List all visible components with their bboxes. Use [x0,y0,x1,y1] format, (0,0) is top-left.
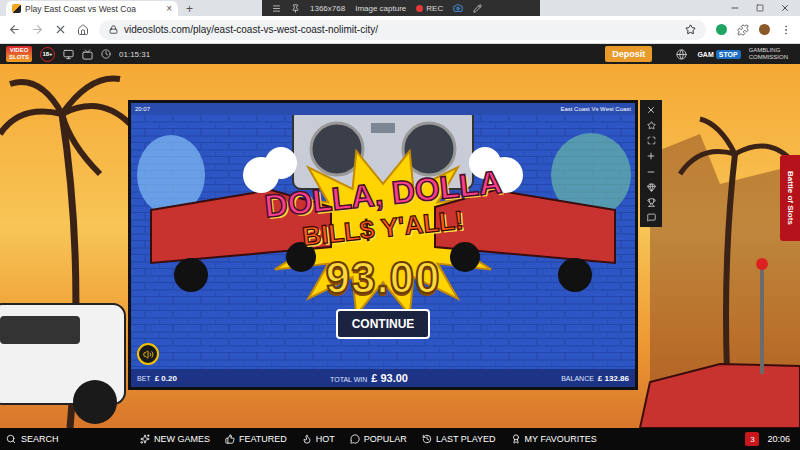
win-screen: DOLLA, DOLLABILL$ Y'ALL!93.00CONTINUE [131,115,635,369]
tab-strip: Play East Coast vs West Coa × +1366x768 Ima… [0,0,800,16]
avatar-icon[interactable] [759,24,770,35]
capture-size: 1366x768 [310,4,345,13]
game-frame: 20:07East Coast Vs West CoastDOLLA, DOLL… [128,100,638,390]
monitor-icon[interactable] [63,49,74,60]
balance-stat: BALANCE£ 132.86 [561,374,629,383]
game-title: East Coast Vs West Coast [560,106,631,112]
clock-icon [101,49,111,59]
extension-icon[interactable] [716,24,727,35]
fullscreen-icon[interactable] [647,136,656,145]
notification-badge[interactable]: 3 [745,432,759,446]
minimize-icon[interactable] [730,3,740,13]
category-item[interactable]: FEATURED [225,434,287,444]
zoom-in-icon[interactable] [646,151,656,161]
game-clock: 20:07 [135,106,150,112]
category-item[interactable]: HOT [302,434,335,444]
zoom-out-icon[interactable] [646,167,656,177]
age-badge: 18+ [40,47,55,62]
lock-icon [109,25,118,34]
url-text: videoslots.com/play/east-coast-vs-west-c… [124,24,679,35]
gem-icon[interactable] [647,183,656,192]
puzzle-icon[interactable] [737,24,749,36]
sound-button[interactable] [137,343,159,365]
category-item[interactable]: MY FAVOURITES [511,434,597,444]
forward-icon[interactable] [31,23,44,36]
bet-stat: BET£ 0.20 [137,374,177,383]
gamstop-logo[interactable]: GAMSTOP [695,50,740,59]
globe-icon[interactable] [676,49,687,60]
game-row: 20:07East Coast Vs West CoastDOLLA, DOLL… [128,100,662,390]
category-icon [225,434,235,444]
menu-dots-icon[interactable] [780,24,792,36]
continue-button[interactable]: CONTINUE [336,309,431,339]
pencil-icon[interactable] [473,4,482,13]
capture-toolbar: 1366x768 Image capture REC [262,0,540,16]
category-icon [511,434,521,444]
record-button[interactable]: REC [416,4,443,13]
category-item[interactable]: LAST PLAYED [422,434,496,444]
search-icon [6,434,16,444]
close-window-icon[interactable] [780,3,790,13]
browser-tab[interactable]: Play East Coast vs West Coa × [6,1,178,16]
bar-time: 20:06 [767,434,790,444]
category-icon [302,434,312,444]
address-bar[interactable]: videoslots.com/play/east-coast-vs-west-c… [99,20,706,40]
address-row: videoslots.com/play/east-coast-vs-west-c… [0,16,800,44]
game-top-strip: 20:07 East Coast Vs West Coast [131,103,635,115]
trophy-icon[interactable] [647,198,656,207]
favicon-icon [12,4,21,13]
game-toolbar [640,100,662,227]
favourite-star-icon[interactable] [647,121,656,130]
site-logo[interactable]: VIDEOSLOTS [6,46,32,62]
home-icon[interactable] [77,24,89,36]
total-win-stat: TOTAL WIN£ 93.00 [330,372,408,384]
gambling-commission-logo[interactable]: GAMBLINGCOMMISSION [749,47,788,61]
tv-icon[interactable] [82,49,93,60]
tab-title: Play East Coast vs West Coa [25,4,162,14]
category-icon [422,434,432,444]
menu-icon[interactable] [272,4,281,13]
bookmark-star-icon[interactable] [685,24,696,35]
capture-mode[interactable]: Image capture [355,4,406,13]
stop-icon[interactable] [54,23,67,36]
chat-icon[interactable] [647,213,656,222]
tab-close-button[interactable]: × [166,3,172,14]
bottom-bar: SEARCH NEW GAMES FEATURED HOT POPULAR LAST PL… [0,428,800,450]
window-controls [730,0,800,16]
category-item[interactable]: POPULAR [350,434,407,444]
page: Play East Coast vs West Coa × +1366x768 Ima… [0,0,800,450]
new-tab-button[interactable]: + [178,2,201,16]
close-game-icon[interactable] [646,105,656,115]
category-icon [140,434,150,444]
maximize-icon[interactable] [756,4,764,12]
camera-icon[interactable] [453,3,463,13]
tab-group: Play East Coast vs West Coa × + [0,0,262,16]
category-item[interactable]: NEW GAMES [140,434,210,444]
win-amount: 93.00 [325,255,440,301]
site-header: VIDEOSLOTS 18+ 01:15:31 Deposit GAMSTOP GAMBL… [0,44,800,64]
search-button[interactable]: SEARCH [6,434,134,444]
category-nav: NEW GAMES FEATURED HOT POPULAR LAST PLAYED MY… [140,434,597,444]
battle-of-slots-tab[interactable]: Battle of Slots [780,155,800,241]
deposit-button[interactable]: Deposit [605,46,652,62]
game-stage: 20:07East Coast Vs West CoastDOLLA, DOLL… [0,64,800,428]
speaker-icon [143,349,154,360]
category-icon [350,434,360,444]
game-bottom-strip: BET£ 0.20 TOTAL WIN£ 93.00 BALANCE£ 132.86 [131,369,635,387]
record-dot-icon [416,5,423,12]
back-icon[interactable] [8,23,21,36]
session-time: 01:15:31 [119,50,150,59]
pin-icon[interactable] [291,4,300,13]
